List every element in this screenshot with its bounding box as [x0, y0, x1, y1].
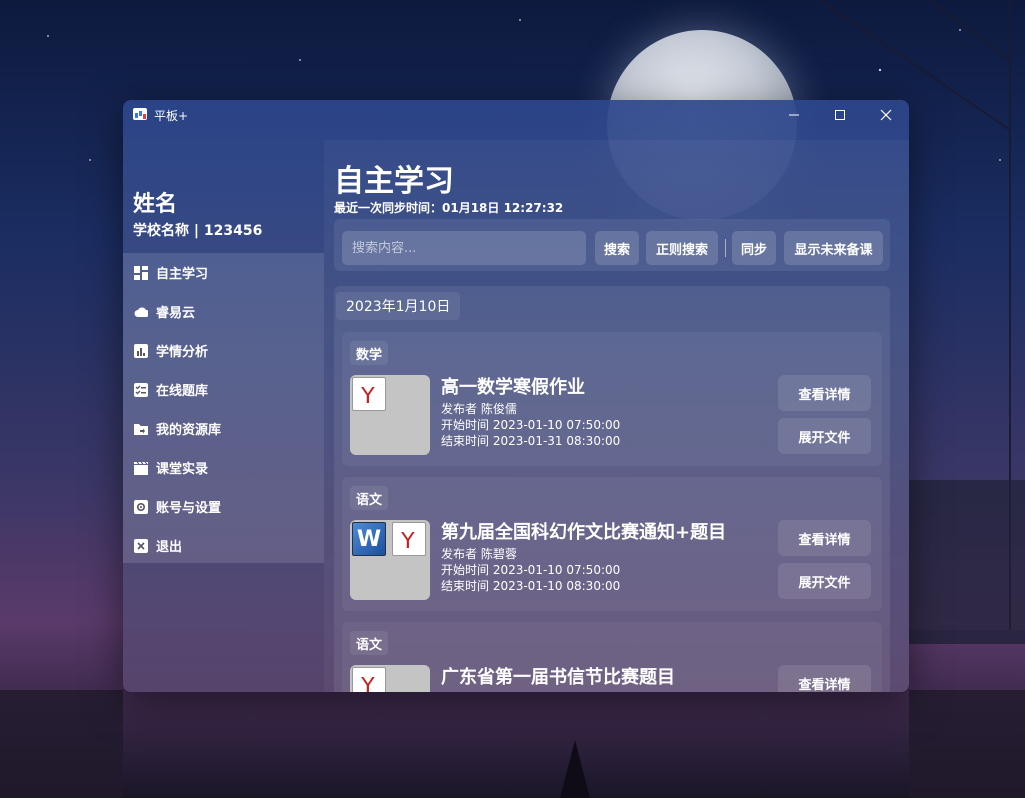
assignment-card: 数学 高一数学寒假作业 发布者 陈俊儒 开始时间 2023-01-10 07:5…: [342, 332, 882, 466]
assignment-title: 高一数学寒假作业: [441, 377, 585, 398]
dashboard-icon: [134, 265, 148, 280]
sidebar-item-label: 课堂实录: [156, 462, 209, 477]
view-details-button[interactable]: 查看详情: [778, 375, 871, 411]
page-title: 自主学习: [334, 164, 454, 199]
app-icon: [133, 108, 147, 120]
pdf-icon: [352, 377, 386, 411]
folder-icon: [134, 422, 148, 436]
assignment-title: 第九届全国科幻作文比赛通知+题目: [441, 522, 727, 543]
assignment-publisher: 发布者 陈俊儒: [441, 402, 517, 416]
assignment-card: 语文 广东省第一届书信节比赛题目 查看详情: [342, 622, 882, 692]
pdf-icon: [392, 522, 426, 556]
sidebar: 姓名 学校名称 | 123456 自主学习 睿易云 学情分析 在线题库 我的资源…: [123, 130, 324, 692]
assignment-start-time: 开始时间 2023-01-10 07:50:00: [441, 418, 621, 432]
assignment-publisher: 发布者 陈碧蓉: [441, 547, 517, 561]
cloud-icon: [134, 305, 148, 319]
pdf-icon: [352, 667, 386, 692]
film-icon: [134, 461, 148, 475]
title-bar[interactable]: 平板+: [123, 100, 909, 130]
sidebar-item-logout[interactable]: 退出: [123, 526, 324, 565]
assignment-end-time: 结束时间 2023-01-31 08:30:00: [441, 434, 621, 448]
sidebar-item-label: 学情分析: [156, 345, 209, 360]
search-toolbar: 搜索 正则搜索 同步 显示未来备课: [334, 219, 890, 271]
regex-search-button[interactable]: 正则搜索: [646, 231, 718, 265]
sidebar-item-label: 退出: [156, 540, 183, 555]
assignment-card: 语文 W 第九届全国科幻作文比赛通知+题目 发布者 陈碧蓉 开始时间 2023-…: [342, 477, 882, 611]
user-school: 学校名称 | 123456: [133, 223, 263, 239]
subject-tag: 数学: [350, 341, 389, 365]
sidebar-item-self-study[interactable]: 自主学习: [123, 253, 324, 292]
search-button[interactable]: 搜索: [595, 231, 639, 265]
close-button[interactable]: [863, 100, 909, 130]
view-details-button[interactable]: 查看详情: [778, 665, 871, 692]
main-panel: 自主学习 最近一次同步时间：01月18日 12:27:32 搜索 正则搜索 同步…: [324, 140, 909, 692]
show-future-button[interactable]: 显示未来备课: [784, 231, 883, 265]
sidebar-item-settings[interactable]: 账号与设置: [123, 487, 324, 526]
nav-menu: 自主学习 睿易云 学情分析 在线题库 我的资源库 课堂实录 账号与设置 退出: [123, 253, 324, 563]
minimize-icon: [789, 114, 799, 116]
sync-time: 最近一次同步时间：01月18日 12:27:32: [334, 201, 564, 215]
sidebar-item-class-record[interactable]: 课堂实录: [123, 448, 324, 487]
file-thumbnail[interactable]: W: [350, 520, 430, 600]
view-details-button[interactable]: 查看详情: [778, 520, 871, 556]
sidebar-item-label: 账号与设置: [156, 501, 222, 516]
app-window: 平板+ 姓名 学校名称 | 123456 自主学习 睿易云 学情分析 在线题库 …: [123, 100, 909, 692]
search-input[interactable]: [342, 231, 586, 265]
expand-files-button[interactable]: 展开文件: [778, 418, 871, 454]
window-title: 平板+: [154, 109, 189, 123]
assignment-title: 广东省第一届书信节比赛题目: [441, 667, 675, 688]
sidebar-item-label: 我的资源库: [156, 423, 222, 438]
expand-files-button[interactable]: 展开文件: [778, 563, 871, 599]
file-thumbnail[interactable]: [350, 375, 430, 455]
sidebar-item-resources[interactable]: 我的资源库: [123, 409, 324, 448]
checklist-icon: [134, 382, 148, 397]
subject-tag: 语文: [350, 631, 389, 655]
sidebar-item-label: 自主学习: [156, 267, 209, 282]
minimize-button[interactable]: [771, 100, 817, 130]
sidebar-item-question-bank[interactable]: 在线题库: [123, 370, 324, 409]
assignment-start-time: 开始时间 2023-01-10 07:50:00: [441, 563, 621, 577]
user-name: 姓名: [133, 192, 178, 217]
toolbar-divider: [725, 239, 726, 257]
close-icon: [134, 538, 148, 553]
date-header: 2023年1月10日: [336, 292, 461, 320]
sidebar-item-analysis[interactable]: 学情分析: [123, 331, 324, 370]
maximize-icon: [835, 110, 845, 120]
assignment-end-time: 结束时间 2023-01-10 08:30:00: [441, 579, 621, 593]
maximize-button[interactable]: [817, 100, 863, 130]
sidebar-item-label: 睿易云: [156, 306, 196, 321]
assignment-list[interactable]: 2023年1月10日 数学 高一数学寒假作业 发布者 陈俊儒 开始时间 2023…: [334, 286, 890, 692]
chart-icon: [134, 343, 148, 358]
gear-icon: [134, 499, 148, 514]
subject-tag: 语文: [350, 486, 389, 510]
word-icon: W: [352, 522, 386, 556]
close-icon: [880, 109, 892, 121]
sync-button[interactable]: 同步: [732, 231, 776, 265]
file-thumbnail[interactable]: [350, 665, 430, 692]
sidebar-item-label: 在线题库: [156, 384, 209, 399]
sidebar-item-cloud[interactable]: 睿易云: [123, 292, 324, 331]
